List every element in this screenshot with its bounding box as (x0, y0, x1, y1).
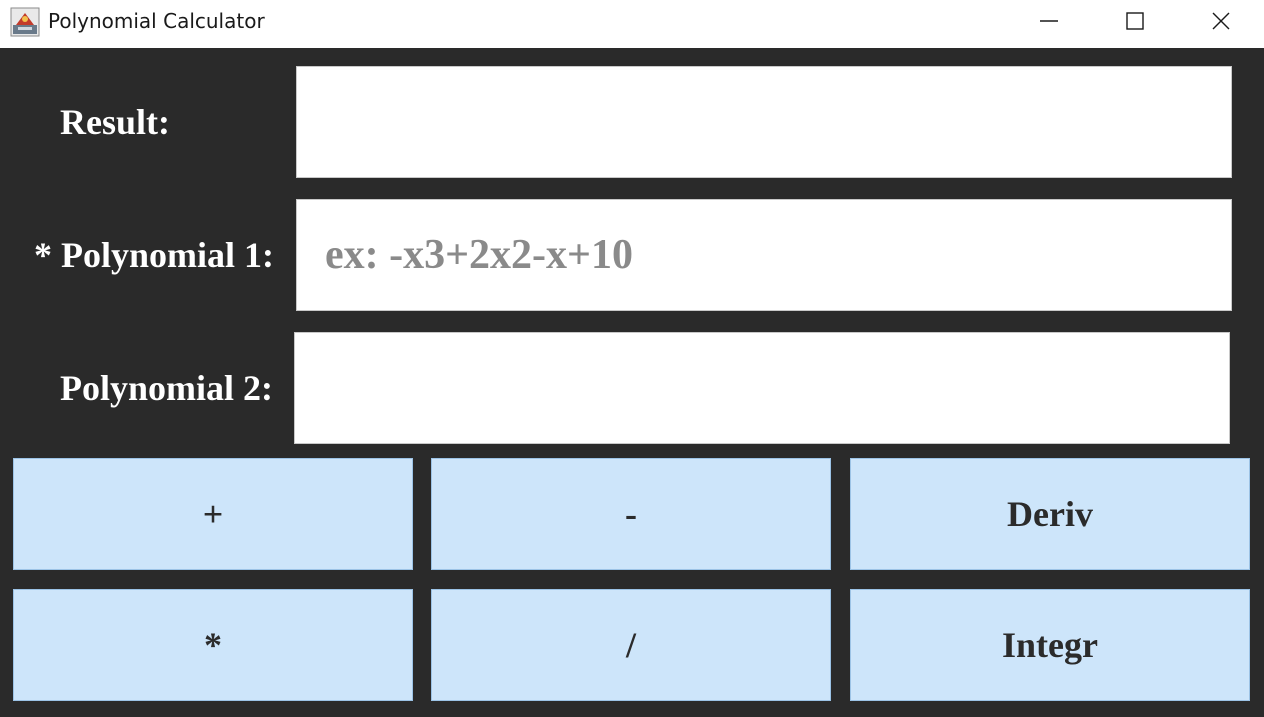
integrate-button[interactable]: Integr (850, 589, 1250, 701)
divide-button[interactable]: / (431, 589, 831, 701)
subtract-button[interactable]: - (431, 458, 831, 570)
maximize-button[interactable] (1092, 0, 1178, 42)
multiply-button[interactable]: * (13, 589, 413, 701)
polynomial-2-label: Polynomial 2: (60, 368, 273, 408)
minimize-button[interactable] (1006, 0, 1092, 42)
polynomial-2-input[interactable] (294, 332, 1230, 444)
polynomial-1-label: * Polynomial 1: (34, 235, 274, 275)
polynomial-1-input[interactable] (296, 199, 1232, 311)
derivative-button[interactable]: Deriv (850, 458, 1250, 570)
result-label: Result: (60, 102, 170, 142)
calculator-window: Polynomial Calculator Result: * Polynomi… (0, 0, 1264, 717)
app-icon (10, 7, 40, 37)
close-icon (1211, 11, 1231, 31)
result-field[interactable] (296, 66, 1232, 178)
window-title: Polynomial Calculator (48, 9, 265, 33)
maximize-icon (1125, 11, 1145, 31)
close-button[interactable] (1178, 0, 1264, 42)
minimize-icon (1039, 11, 1059, 31)
add-button[interactable]: + (13, 458, 413, 570)
title-bar[interactable]: Polynomial Calculator (0, 0, 1264, 48)
